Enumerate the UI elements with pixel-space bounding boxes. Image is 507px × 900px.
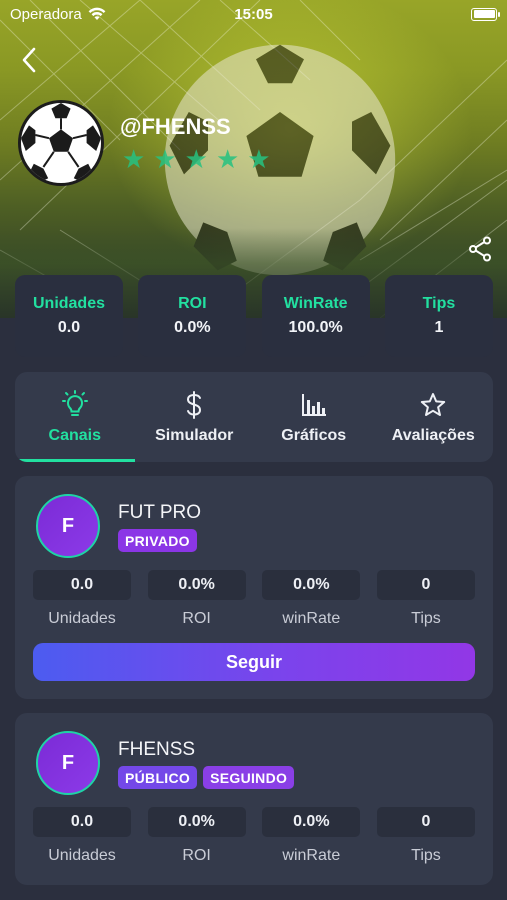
channel-stat-value: 0.0 (33, 570, 131, 600)
lightbulb-icon (61, 390, 88, 416)
stat-label: ROI (178, 295, 207, 312)
back-button[interactable] (14, 44, 44, 76)
channel-stats: 0.0 Unidades 0.0% ROI 0.0% winRate 0 Tip… (33, 807, 475, 865)
channel-stat-value: 0.0% (262, 807, 361, 837)
channel-stat-value: 0.0% (262, 570, 361, 600)
channel-avatar: F (36, 494, 100, 558)
star-icon: ★ (153, 144, 177, 174)
stat-label: Tips (422, 295, 456, 312)
stat-card-tips: Tips 1 (384, 275, 493, 357)
carrier-label: Operadora (10, 5, 82, 23)
star-icon: ★ (247, 144, 271, 174)
stat-value: 0.0% (174, 319, 211, 336)
channel-stat-caption: ROI (182, 847, 211, 864)
channel-stat-value: 0.0% (147, 807, 246, 837)
chevron-left-icon (22, 47, 36, 73)
channel-stat-caption: Tips (411, 610, 441, 627)
stat-value: 1 (434, 319, 444, 336)
channel-stat: 0.0% ROI (147, 807, 246, 865)
stat-label: Unidades (32, 295, 105, 312)
channel-stat-caption: Tips (411, 847, 441, 864)
star-icon: ★ (215, 144, 240, 174)
share-icon (469, 236, 491, 262)
tab-graficos[interactable]: Gráficos (254, 372, 374, 462)
channel-stat: 0 Tips (376, 570, 475, 628)
channel-stat-caption: winRate (282, 610, 341, 627)
star-icon: ★ (122, 144, 146, 174)
channel-stat-caption: Unidades (48, 610, 116, 627)
channel-stat-value: 0 (376, 807, 475, 837)
channel-stat: 0.0 Unidades (33, 570, 131, 628)
channel-stats: 0.0 Unidades 0.0% ROI 0.0% winRate 0 Tip… (33, 570, 475, 628)
tab-label: Simulador (155, 427, 234, 444)
tab-canais[interactable]: Canais (15, 372, 135, 462)
channel-name: FUT PRO (118, 502, 202, 523)
share-button[interactable] (466, 234, 494, 264)
profile-username: @FHENSS (120, 114, 231, 139)
tab-label: Avaliações (391, 427, 475, 444)
channel-avatar: F (36, 731, 100, 795)
channel-stat-caption: ROI (182, 610, 211, 627)
status-bar: Operadora 15:05 (0, 0, 507, 28)
bar-chart-icon (301, 394, 326, 416)
badge-private: PRIVADO (118, 529, 197, 552)
channel-stat-caption: winRate (282, 847, 341, 864)
badge-following: SEGUINDO (203, 766, 295, 789)
channel-stat-value: 0.0 (33, 807, 131, 837)
channel-badges: PRIVADO (118, 529, 197, 552)
channel-name: FHENSS (118, 739, 196, 760)
channel-stat-caption: Unidades (48, 847, 116, 864)
channel-stat-value: 0.0% (147, 570, 246, 600)
channel-stat: 0.0% winRate (262, 807, 361, 865)
channel-stat: 0.0% ROI (147, 570, 246, 628)
channel-stat: 0.0% winRate (262, 570, 361, 628)
stat-card-winrate: WinRate 100.0% (261, 275, 370, 357)
profile-stats: Unidades 0.0 ROI 0.0% WinRate 100.0% Tip… (15, 275, 493, 357)
stat-value: 100.0% (288, 319, 343, 336)
tab-simulador[interactable]: Simulador (135, 372, 255, 462)
profile-tabs: Canais Simulador Gráficos Avaliações (15, 372, 493, 462)
wifi-icon (88, 7, 106, 20)
dollar-icon (187, 391, 202, 419)
stat-card-unidades: Unidades 0.0 (15, 275, 123, 357)
soccer-ball-icon (21, 103, 101, 183)
tab-label: Canais (48, 427, 101, 444)
stat-label: WinRate (283, 295, 348, 312)
channel-stat: 0 Tips (376, 807, 475, 865)
channel-card[interactable]: F FHENSS PÚBLICO SEGUINDO 0.0 Unidades 0… (15, 713, 493, 885)
battery-icon (471, 7, 500, 21)
rating-stars: ★ ★ ★ ★ ★ (122, 146, 271, 172)
tab-avaliacoes[interactable]: Avaliações (374, 372, 494, 462)
channel-stat: 0.0 Unidades (33, 807, 131, 865)
tab-label: Gráficos (281, 427, 347, 444)
profile-avatar (18, 100, 104, 186)
stat-value: 0.0 (57, 319, 81, 336)
badge-public: PÚBLICO (118, 766, 198, 789)
star-icon: ★ (184, 144, 208, 174)
channel-card[interactable]: F FUT PRO PRIVADO 0.0 Unidades 0.0% ROI … (15, 476, 493, 699)
star-icon (421, 393, 446, 416)
follow-button[interactable]: Seguir (33, 643, 475, 681)
stat-card-roi: ROI 0.0% (138, 275, 247, 357)
channel-stat-value: 0 (376, 570, 475, 600)
channel-badges: PÚBLICO SEGUINDO (118, 766, 295, 789)
